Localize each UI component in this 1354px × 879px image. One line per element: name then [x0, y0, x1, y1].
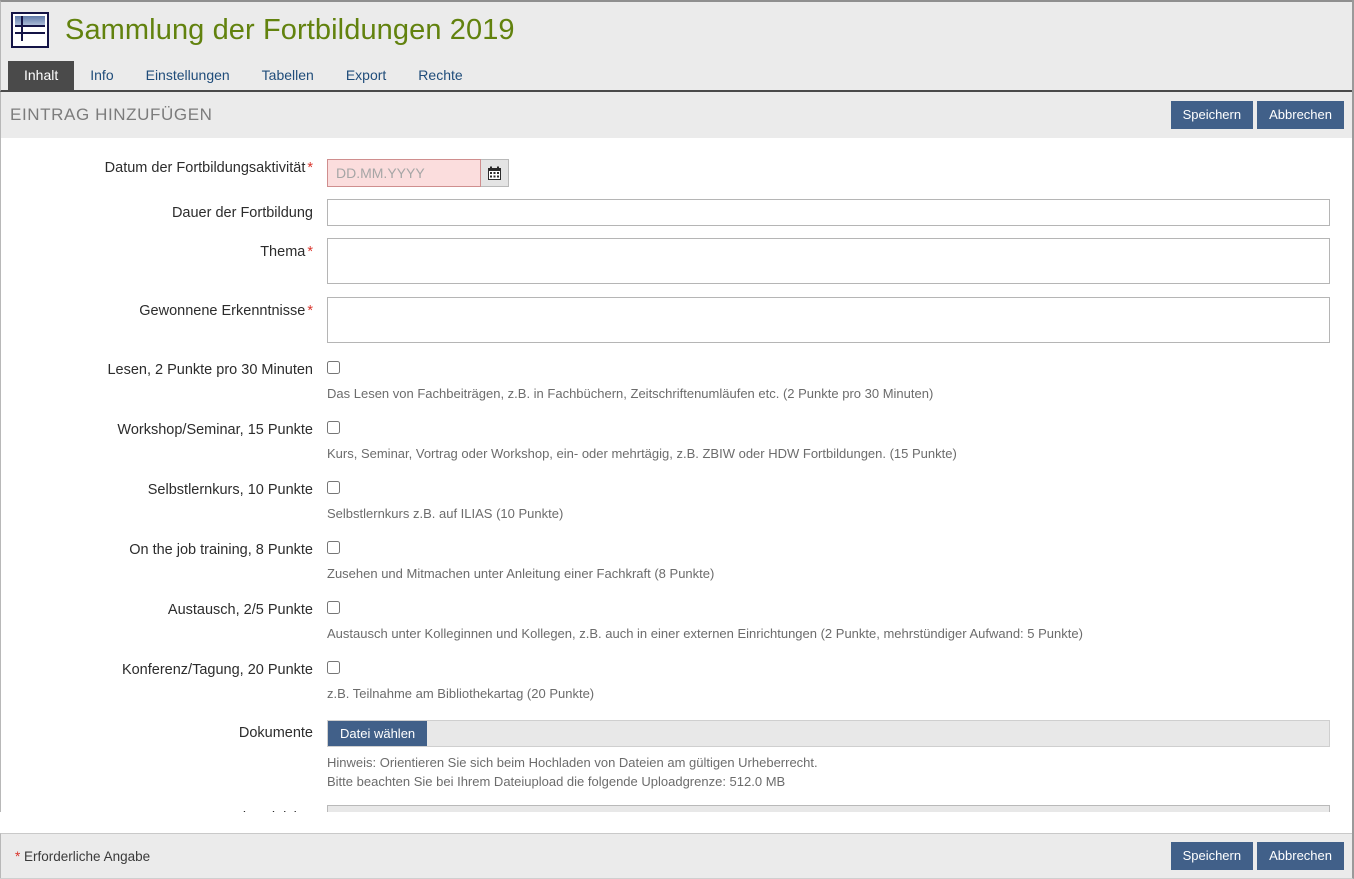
label-checkbox-onthejob: On the job training, 8 Punkte: [129, 542, 313, 558]
field-date: [327, 159, 1330, 187]
form-row-checkbox-selbstlernkurs: Selbstlernkurs, 10 Punkte Selbstlernkurs…: [1, 481, 1330, 523]
form-row-date: Datum der Fortbildungsaktivität *: [1, 159, 1330, 187]
form-row-checkbox-workshop: Workshop/Seminar, 15 Punkte Kurs, Semina…: [1, 421, 1330, 463]
checkbox-workshop[interactable]: [327, 421, 340, 434]
form-row-checkbox-austausch: Austausch, 2/5 Punkte Austausch unter Ko…: [1, 601, 1330, 643]
hint-checkbox-workshop: Kurs, Seminar, Vortrag oder Workshop, ei…: [327, 446, 957, 461]
form-row-checkbox-onthejob: On the job training, 8 Punkte Zusehen un…: [1, 541, 1330, 583]
label-checkbox-lesen: Lesen, 2 Punkte pro 30 Minuten: [107, 362, 313, 378]
table-object-icon: [11, 12, 49, 48]
form-row-rating: Bewertung der Aktivität Ein Eintrag kann…: [1, 805, 1330, 812]
required-marker-insights: *: [307, 303, 313, 319]
calendar-icon-button[interactable]: [481, 159, 509, 187]
required-note-text: Erforderliche Angabe: [24, 848, 151, 864]
required-marker-date: *: [307, 160, 313, 176]
duration-input[interactable]: [327, 199, 1330, 226]
choose-file-button[interactable]: Datei wählen: [328, 721, 428, 746]
insights-textarea[interactable]: [327, 297, 1330, 343]
tab-rechte[interactable]: Rechte: [402, 61, 478, 90]
required-marker-footer: *: [15, 848, 21, 864]
form-row-duration: Dauer der Fortbildung: [1, 199, 1330, 226]
cancel-button-bottom[interactable]: Abbrechen: [1257, 842, 1344, 870]
form-row-documents: Dokumente Datei wählen Hinweis: Orientie…: [1, 720, 1330, 791]
hint-documents-copyright: Hinweis: Orientieren Sie sich beim Hochl…: [327, 755, 818, 770]
page-title: Sammlung der Fortbildungen 2019: [65, 13, 515, 46]
hint-checkbox-onthejob: Zusehen und Mitmachen unter Anleitung ei…: [327, 566, 715, 581]
form-row-topic: Thema *: [1, 238, 1330, 284]
hint-checkbox-selbstlernkurs: Selbstlernkurs z.B. auf ILIAS (10 Punkte…: [327, 506, 564, 521]
field-insights: [327, 297, 1330, 343]
tab-inhalt[interactable]: Inhalt: [8, 61, 75, 90]
page-root: Sammlung der Fortbildungen 2019 Inhalt I…: [0, 0, 1354, 879]
hint-checkbox-austausch: Austausch unter Kolleginnen und Kollegen…: [327, 626, 1083, 641]
field-checkbox-austausch: Austausch unter Kolleginnen und Kollegen…: [327, 601, 1330, 643]
section-title: EINTRAG HINZUFÜGEN: [10, 105, 213, 124]
checkbox-konferenz[interactable]: [327, 661, 340, 674]
label-insights: Gewonnene Erkenntnisse *: [1, 297, 327, 320]
calendar-icon: [488, 166, 501, 180]
date-input-group: [327, 159, 1330, 187]
field-duration: [327, 199, 1330, 226]
file-upload-control[interactable]: Datei wählen: [327, 720, 1330, 747]
rating-readonly-value: Ein Eintrag kann nur über die Tabellenan…: [327, 805, 1330, 812]
section-header: EINTRAG HINZUFÜGEN Speichern Abbrechen: [0, 92, 1352, 138]
field-rating: Ein Eintrag kann nur über die Tabellenan…: [327, 805, 1330, 812]
checkbox-onthejob[interactable]: [327, 541, 340, 554]
checkbox-austausch[interactable]: [327, 601, 340, 614]
field-checkbox-lesen: Das Lesen von Fachbeiträgen, z.B. in Fac…: [327, 361, 1330, 403]
label-date: Datum der Fortbildungsaktivität *: [1, 159, 327, 177]
save-button-top[interactable]: Speichern: [1170, 101, 1254, 129]
field-checkbox-workshop: Kurs, Seminar, Vortrag oder Workshop, ei…: [327, 421, 1330, 463]
required-marker-topic: *: [307, 244, 313, 260]
hint-checkbox-konferenz: z.B. Teilnahme am Bibliothekartag (20 Pu…: [327, 686, 595, 701]
label-rating: Bewertung der Aktivität: [1, 805, 327, 812]
label-duration: Dauer der Fortbildung: [171, 205, 313, 221]
page-header: Sammlung der Fortbildungen 2019: [0, 0, 1352, 58]
form-row-checkbox-konferenz: Konferenz/Tagung, 20 Punkte z.B. Teilnah…: [1, 661, 1330, 703]
label-checkbox-austausch: Austausch, 2/5 Punkte: [167, 602, 313, 618]
tab-info[interactable]: Info: [74, 61, 129, 90]
label-checkbox-workshop: Workshop/Seminar, 15 Punkte: [117, 422, 313, 438]
checkbox-selbstlernkurs[interactable]: [327, 481, 340, 494]
label-checkbox-konferenz: Konferenz/Tagung, 20 Punkte: [121, 662, 313, 678]
date-input[interactable]: [327, 159, 481, 187]
field-checkbox-konferenz: z.B. Teilnahme am Bibliothekartag (20 Pu…: [327, 661, 1330, 703]
hint-checkbox-lesen: Das Lesen von Fachbeiträgen, z.B. in Fac…: [327, 386, 934, 401]
tab-einstellungen[interactable]: Einstellungen: [130, 61, 246, 90]
field-checkbox-onthejob: Zusehen und Mitmachen unter Anleitung ei…: [327, 541, 1330, 583]
field-documents: Datei wählen Hinweis: Orientieren Sie si…: [327, 720, 1330, 791]
tab-tabellen[interactable]: Tabellen: [246, 61, 330, 90]
tab-export[interactable]: Export: [330, 61, 402, 90]
page-footer: * Erforderliche Angabe Speichern Abbrech…: [0, 833, 1352, 878]
save-button-bottom[interactable]: Speichern: [1170, 842, 1254, 870]
label-date-text: Datum der Fortbildungsaktivität: [104, 160, 306, 176]
tab-bar: Inhalt Info Einstellungen Tabellen Expor…: [0, 58, 1352, 92]
field-topic: [327, 238, 1330, 284]
label-documents: Dokumente: [238, 725, 313, 741]
field-checkbox-selbstlernkurs: Selbstlernkurs z.B. auf ILIAS (10 Punkte…: [327, 481, 1330, 523]
bottom-button-group: Speichern Abbrechen: [1170, 842, 1344, 870]
required-note: * Erforderliche Angabe: [15, 849, 1171, 864]
label-insights-text: Gewonnene Erkenntnisse: [139, 303, 306, 319]
form-row-checkbox-lesen: Lesen, 2 Punkte pro 30 Minuten Das Lesen…: [1, 361, 1330, 403]
top-button-group: Speichern Abbrechen: [1170, 101, 1344, 129]
entry-form: Datum der Fortbildungsaktivität * DD.MM.…: [0, 138, 1352, 812]
form-row-insights: Gewonnene Erkenntnisse *: [1, 297, 1330, 343]
cancel-button-top[interactable]: Abbrechen: [1257, 101, 1344, 129]
label-topic-text: Thema: [260, 244, 306, 260]
checkbox-lesen[interactable]: [327, 361, 340, 374]
label-topic: Thema *: [1, 238, 327, 261]
label-checkbox-selbstlernkurs: Selbstlernkurs, 10 Punkte: [147, 482, 313, 498]
file-name-display: [427, 721, 1329, 746]
topic-textarea[interactable]: [327, 238, 1330, 284]
hint-documents-limit: Bitte beachten Sie bei Ihrem Dateiupload…: [327, 774, 786, 789]
